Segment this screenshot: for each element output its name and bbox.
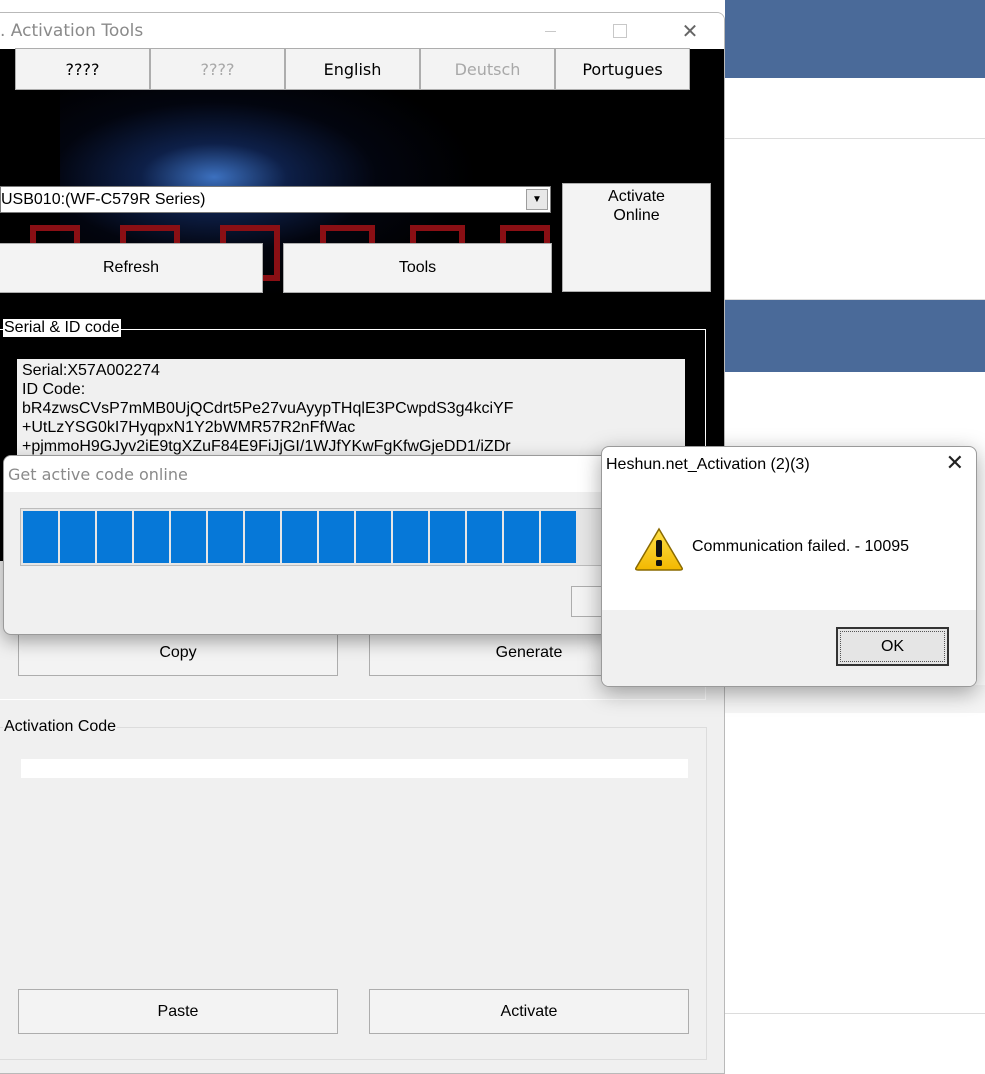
progress-segment	[393, 511, 428, 563]
id-code-line: +pjmmoH9GJyv2iE9tgXZuF84E9FiJjGI/1WJfYKw…	[22, 438, 511, 455]
background-banner	[725, 300, 985, 372]
language-button-english[interactable]: English	[285, 48, 420, 90]
progress-segment	[171, 511, 206, 563]
ok-button[interactable]: OK	[836, 627, 949, 666]
progress-bar	[20, 508, 610, 566]
progress-segment	[430, 511, 465, 563]
id-code-label: ID Code:	[22, 381, 86, 398]
progress-segment	[245, 511, 280, 563]
language-button-deutsch[interactable]: Deutsch	[420, 48, 555, 90]
window-title: . Activation Tools	[0, 21, 144, 41]
title-bar: . Activation Tools ✕	[0, 13, 724, 49]
progress-dialog-title-bar: Get active code online	[4, 456, 614, 492]
progress-segment	[208, 511, 243, 563]
progress-segment	[541, 511, 576, 563]
id-code-line: bR4zwsCVsP7mMB0UjQCdrt5Pe27vuAyypTHqlE3P…	[22, 400, 514, 417]
background-divider	[725, 138, 985, 139]
language-button-2[interactable]: ????	[150, 48, 285, 90]
close-icon[interactable]: ✕	[946, 451, 964, 476]
activation-code-field[interactable]	[21, 759, 688, 778]
refresh-button[interactable]: Refresh	[0, 243, 263, 293]
progress-segment	[467, 511, 502, 563]
background-divider	[725, 1013, 985, 1014]
alert-message: Communication failed. - 10095	[692, 538, 910, 555]
language-button-portugues[interactable]: Portugues	[555, 48, 690, 90]
tools-button[interactable]: Tools	[283, 243, 552, 293]
progress-segment	[23, 511, 58, 563]
progress-dialog-title: Get active code online	[8, 465, 188, 484]
progress-segment	[282, 511, 317, 563]
serial-id-text: Serial:X57A002274 ID Code: bR4zwsCVsP7mMB0…	[17, 359, 685, 459]
progress-bar-fill	[23, 511, 576, 563]
minimize-icon	[544, 30, 556, 32]
alert-dialog: Heshun.net_Activation (2)(3) ✕ Communica…	[601, 446, 977, 687]
progress-segment	[319, 511, 354, 563]
activate-online-button[interactable]: Activate Online	[562, 183, 711, 292]
alert-dialog-title: Heshun.net_Activation (2)(3)	[606, 456, 810, 473]
close-icon: ✕	[681, 20, 699, 43]
activation-code-legend: Activation Code	[3, 718, 118, 736]
progress-segment	[60, 511, 95, 563]
background-banner	[725, 0, 985, 78]
progress-segment	[504, 511, 539, 563]
warning-icon	[634, 527, 684, 571]
maximize-button[interactable]	[597, 13, 643, 49]
progress-dialog: Get active code online	[3, 455, 615, 635]
language-button-1[interactable]: ????	[15, 48, 150, 90]
serial-id-legend: Serial & ID code	[3, 319, 121, 337]
device-select-value: USB010:(WF-C579R Series)	[1, 191, 206, 208]
progress-segment	[97, 511, 132, 563]
copy-button[interactable]: Copy	[18, 630, 338, 676]
background-panel	[725, 685, 985, 713]
maximize-icon	[613, 24, 627, 38]
chevron-down-icon[interactable]: ▼	[526, 189, 548, 210]
progress-segment	[134, 511, 169, 563]
activate-button[interactable]: Activate	[369, 989, 689, 1034]
minimize-button[interactable]	[527, 13, 573, 49]
progress-segment	[356, 511, 391, 563]
close-button[interactable]: ✕	[667, 13, 713, 49]
serial-line: Serial:X57A002274	[22, 362, 160, 379]
device-select[interactable]: USB010:(WF-C579R Series) ▼	[0, 186, 551, 213]
paste-button[interactable]: Paste	[18, 989, 338, 1034]
id-code-line: +UtLzYSG0kI7HyqpxN1Y2bWMR57R2nFfWac	[22, 419, 356, 436]
